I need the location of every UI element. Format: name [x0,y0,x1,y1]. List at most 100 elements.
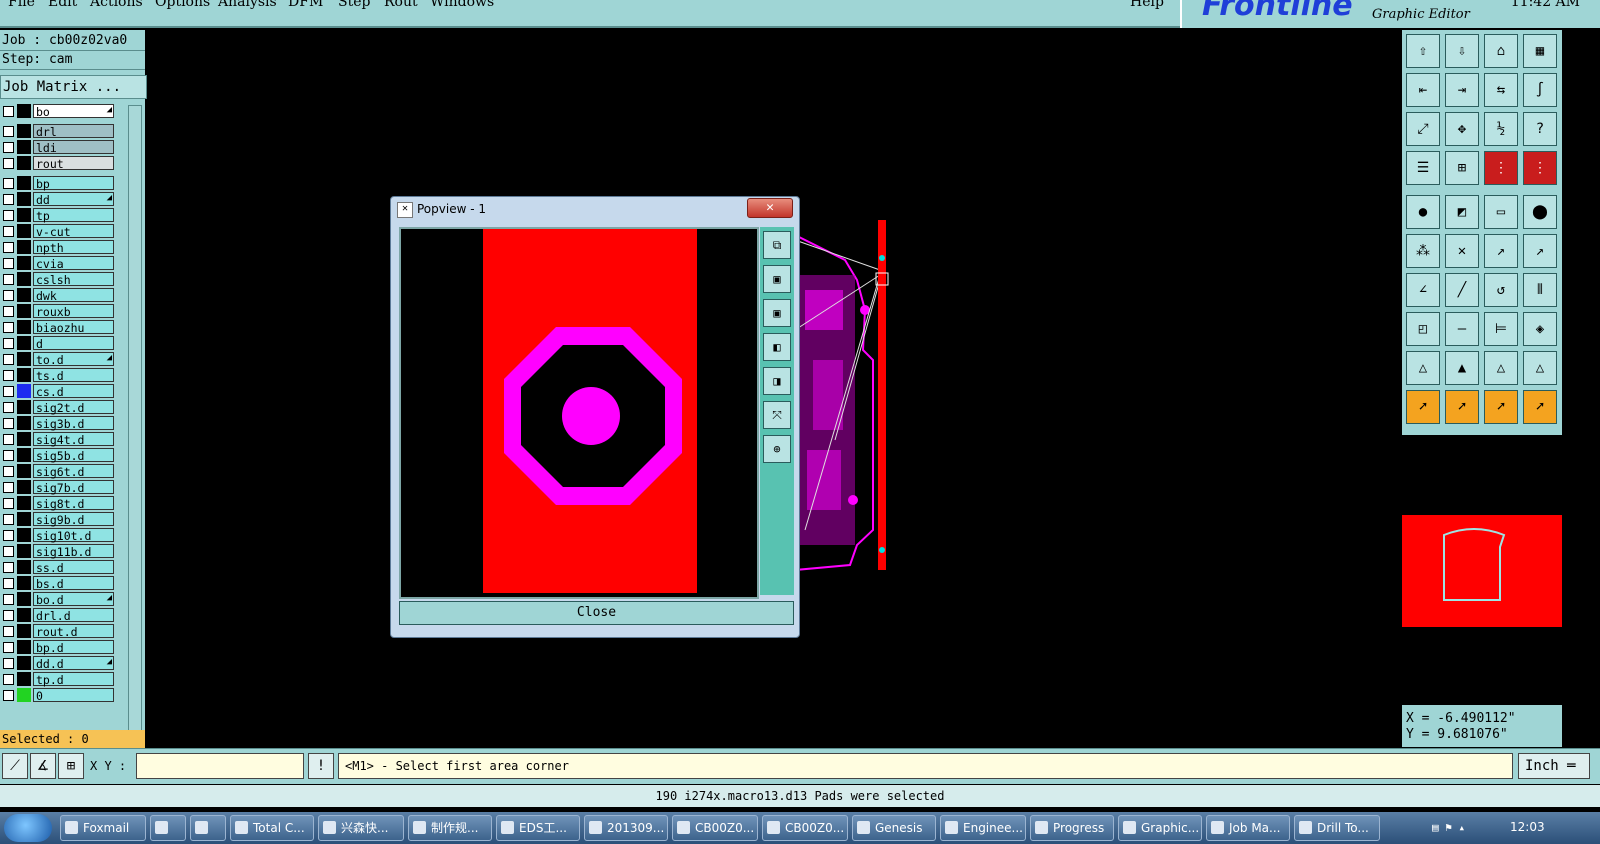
layer-name[interactable]: tp.d [33,672,114,687]
layer-row[interactable]: ss.d [0,560,116,575]
xy-input[interactable] [136,753,304,779]
taskbar-item[interactable]: CB00Z0... [762,815,848,841]
pad-tool-icon[interactable]: ● [1406,195,1440,229]
layer-row[interactable]: bp [0,176,116,191]
layer-checkbox[interactable] [3,274,14,285]
layer-name[interactable]: rouxb [33,304,114,319]
layer-name[interactable]: bp [33,176,114,191]
layer-row[interactable]: rout [0,156,116,171]
home-icon[interactable]: ⌂ [1484,34,1518,68]
layer-row[interactable]: drl.d [0,608,116,623]
layer-row[interactable]: d [0,336,116,351]
layer-name[interactable]: rout [33,156,114,171]
layer-checkbox[interactable] [3,306,14,317]
snap-mode-icon[interactable]: ⟋ [2,753,28,779]
layer-checkbox[interactable] [3,142,14,153]
menu-options[interactable]: Options [155,0,210,10]
layer-checkbox[interactable] [3,322,14,333]
layer-row[interactable]: tp.d [0,672,116,687]
triangle-icon[interactable]: △ [1406,351,1440,385]
layer-row[interactable]: cvia [0,256,116,271]
layer-checkbox[interactable] [3,594,14,605]
measure-red-icon[interactable]: ⋮ [1484,151,1518,185]
layer-row[interactable]: dd.d ◢ [0,656,116,671]
layer-name[interactable]: ts.d [33,368,114,383]
layer-name[interactable]: sig8t.d [33,496,114,511]
taskbar-item[interactable]: 兴森快... [318,815,404,841]
layer-row[interactable]: sig8t.d [0,496,116,511]
layer-row[interactable]: rouxb [0,304,116,319]
angle-icon[interactable]: ∠ [1406,273,1440,307]
mirror-icon[interactable]: ⫴ [1523,273,1557,307]
layer-row[interactable]: bo.d ◢ [0,592,116,607]
layer-checkbox[interactable] [3,126,14,137]
layer-row[interactable]: cslsh [0,272,116,287]
export-icon[interactable]: ⇥ [1445,73,1479,107]
layer-checkbox[interactable] [3,338,14,349]
zoom-ratio-icon[interactable]: ½ [1484,112,1518,146]
layer-name[interactable]: sig11b.d [33,544,114,559]
menu-analysis[interactable]: Analysis [218,0,277,10]
select-multi-icon[interactable]: ➚ [1523,390,1557,424]
menu-file[interactable]: File [8,0,35,10]
layer-checkbox[interactable] [3,354,14,365]
layer-checkbox[interactable] [3,530,14,541]
layer-checkbox[interactable] [3,450,14,461]
layer-checkbox[interactable] [3,562,14,573]
job-matrix-button[interactable]: Job Matrix ... [0,75,147,99]
select-pointer-icon[interactable]: ➚ [1406,390,1440,424]
taskbar-item[interactable]: Job Ma... [1206,815,1290,841]
layer-row[interactable]: sig3b.d [0,416,116,431]
layer-name[interactable]: tp [33,208,114,223]
layer-row[interactable]: sig4t.d [0,432,116,447]
taskbar-item[interactable]: EDS工... [496,815,580,841]
layer-checkbox[interactable] [3,626,14,637]
layer-name[interactable]: sig4t.d [33,432,114,447]
select-box-icon[interactable]: ➚ [1445,390,1479,424]
layer-checkbox[interactable] [3,194,14,205]
triangle-cut-icon[interactable]: △ [1523,351,1557,385]
layer-name[interactable]: bo [33,104,114,119]
layer-name[interactable]: cvia [33,256,114,271]
layer-row[interactable]: tp [0,208,116,223]
layer-row[interactable]: sig7b.d [0,480,116,495]
zoom-fit-icon[interactable]: ⤢ [1406,112,1440,146]
layer-name[interactable]: npth [33,240,114,255]
menu-windows[interactable]: Windows [430,0,494,10]
layer-name[interactable]: sig9b.d [33,512,114,527]
triangle-arc-icon[interactable]: △ [1484,351,1518,385]
layer-name[interactable]: cslsh [33,272,114,287]
layer-name[interactable]: biaozhu [33,320,114,335]
circle-tool-icon[interactable]: ⬤ [1523,195,1557,229]
menu-step[interactable]: Step [338,0,370,10]
settings-icon[interactable]: ☰ [1406,151,1440,185]
taskbar-item[interactable] [190,815,226,841]
grid-icon[interactable]: ⊞ [1445,151,1479,185]
layer-checkbox[interactable] [3,690,14,701]
triangle-up-icon[interactable]: ▲ [1445,351,1479,385]
layer-checkbox[interactable] [3,578,14,589]
save-job-icon[interactable]: ⇩ [1445,34,1479,68]
taskbar-item[interactable]: Total C... [230,815,314,841]
layer-name[interactable]: sig5b.d [33,448,114,463]
layer-checkbox[interactable] [3,546,14,557]
menu-dfm[interactable]: DFM [288,0,323,10]
layer-name[interactable]: sig2t.d [33,400,114,415]
taskbar-item[interactable]: 201309... [584,815,668,841]
pan-left-icon[interactable]: ◧ [763,333,791,361]
open-job-icon[interactable]: ⇧ [1406,34,1440,68]
taskbar-item[interactable]: Enginee... [940,815,1026,841]
menu-edit[interactable]: Edit [48,0,77,10]
layer-row[interactable]: ldi [0,140,116,155]
taskbar-item[interactable]: Foxmail [60,815,146,841]
layer-name[interactable]: sig6t.d [33,464,114,479]
layer-name[interactable]: d [33,336,114,351]
layer-name[interactable]: 0 [33,688,114,703]
layer-checkbox[interactable] [3,674,14,685]
layer-checkbox[interactable] [3,466,14,477]
layer-row[interactable]: npth [0,240,116,255]
layer-row[interactable]: sig10t.d [0,528,116,543]
layer-name[interactable]: ss.d [33,560,114,575]
minus-icon[interactable]: — [1445,312,1479,346]
taskbar-item[interactable]: Drill To... [1294,815,1380,841]
